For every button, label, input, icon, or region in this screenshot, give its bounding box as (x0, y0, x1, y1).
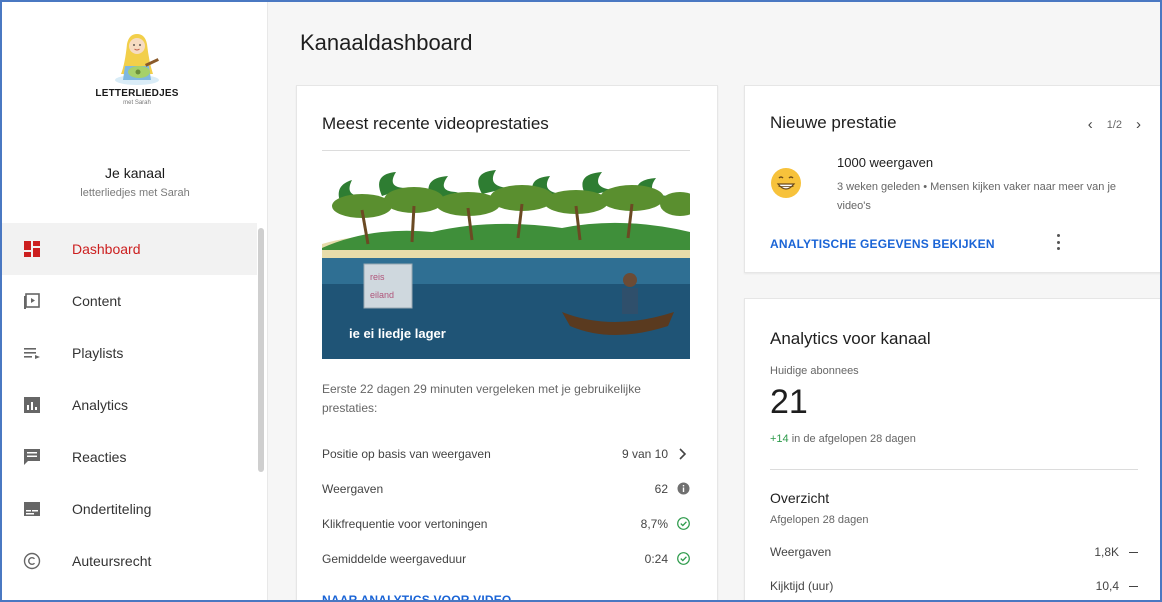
channel-info: Je kanaal letterliedjes met Sarah (2, 165, 268, 199)
sidebar-item-comments[interactable]: Reacties (2, 431, 257, 483)
copyright-icon (22, 551, 42, 571)
divider (770, 469, 1138, 470)
sidebar-item-playlists[interactable]: Playlists (2, 327, 257, 379)
overview-value: 1,8K (1094, 545, 1119, 559)
video-metrics: Positie op basis van weergaven 9 van 10 … (322, 436, 690, 576)
analytics-icon (22, 395, 42, 415)
sidebar-item-label: Playlists (72, 345, 124, 361)
metric-label: Weergaven (322, 481, 384, 496)
subscriber-delta: +14 in de afgelopen 28 dagen (770, 433, 916, 445)
overview-label: Weergaven (770, 545, 832, 559)
achievement-card: Nieuwe prestatie ‹ 1/2 › 1000 weergaven … (744, 85, 1162, 273)
subtitles-icon (22, 499, 42, 519)
sidebar-item-label: Content (72, 293, 122, 309)
delta-suffix: in de afgelopen 28 dagen (788, 433, 916, 445)
metric-row[interactable]: Positie op basis van weergaven 9 van 10 (322, 436, 690, 471)
check-circle-icon (676, 517, 690, 531)
overview-row: Kijktijd (uur) 10,4 (770, 569, 1138, 602)
main-content: Kanaaldashboard Meest recente videoprest… (268, 2, 1162, 602)
sidebar-item-label: Ondertiteling (72, 501, 152, 517)
overview-label: Kijktijd (uur) (770, 579, 834, 593)
overview-row: Weergaven 1,8K (770, 535, 1138, 569)
sidebar-item-label: Auteursrecht (72, 553, 152, 569)
video-thumbnail[interactable]: reis eiland ie ei liedje lager (322, 166, 690, 359)
thumbnail-caption: ie ei liedje lager (349, 326, 446, 341)
sidebar-nav: Dashboard Content Playlists Analytics Re… (2, 223, 257, 587)
metric-value: 62 (654, 481, 668, 496)
page-title: Kanaaldashboard (300, 30, 473, 55)
achievement-pager: ‹ 1/2 › (1088, 116, 1141, 133)
metric-value: 8,7% (640, 516, 668, 531)
achievement-headline: 1000 weergaven (837, 155, 934, 170)
metric-row: Gemiddelde weergaveduur 0:24 (322, 541, 690, 576)
chevron-right-icon (676, 447, 690, 461)
subscriber-count: 21 (770, 383, 808, 421)
channel-analytics-card: Analytics voor kanaal Huidige abonnees 2… (744, 298, 1162, 602)
pager-count: 1/2 (1106, 118, 1122, 131)
comments-icon (22, 447, 42, 467)
no-change-icon (1129, 585, 1138, 587)
sidebar-item-analytics[interactable]: Analytics (2, 379, 257, 431)
view-analytics-link[interactable]: ANALYTISCHE GEGEVENS BEKIJKEN (770, 237, 995, 251)
comparison-text: Eerste 22 dagen 29 minuten vergeleken me… (322, 382, 641, 415)
sidebar-scrollbar[interactable] (258, 228, 264, 472)
metric-value: 0:24 (644, 551, 668, 566)
sidebar-item-label: Analytics (72, 397, 129, 413)
channel-avatar-illustration (115, 34, 159, 85)
check-circle-icon (676, 552, 690, 566)
metric-label: Klikfrequentie voor vertoningen (322, 516, 488, 531)
content-icon (22, 291, 42, 311)
playlist-icon (22, 343, 42, 363)
overview-rows: Weergaven 1,8K Kijktijd (uur) 10,4 (770, 535, 1138, 602)
no-change-icon (1129, 551, 1138, 553)
brand-name: LETTERLIEDJES (95, 88, 179, 99)
chevron-right-icon[interactable]: › (1136, 116, 1141, 133)
dashboard-icon (22, 239, 42, 259)
card-title: Meest recente videoprestaties (322, 114, 549, 133)
divider (322, 150, 690, 151)
metric-label: Gemiddelde weergaveduur (322, 551, 467, 566)
channel-logo[interactable]: LETTERLIEDJES met Sarah (62, 30, 212, 130)
metric-value: 9 van 10 (621, 446, 668, 461)
info-icon[interactable] (676, 482, 690, 496)
video-analytics-link[interactable]: NAAR ANALYTICS VOOR VIDEO (322, 593, 511, 602)
channel-title: Je kanaal (105, 165, 165, 181)
sidebar-item-dashboard[interactable]: Dashboard (2, 223, 257, 275)
card-title: Analytics voor kanaal (770, 329, 931, 348)
metric-row: Weergaven 62 (322, 471, 690, 506)
delta-value: +14 (770, 433, 789, 445)
overview-value: 10,4 (1095, 579, 1119, 593)
sidebar-item-label: Reacties (72, 449, 127, 465)
sidebar-item-content[interactable]: Content (2, 275, 257, 327)
sidebar-item-copyright[interactable]: Auteursrecht (2, 535, 257, 587)
grin-emoji-icon (771, 168, 801, 198)
channel-handle: letterliedjes met Sarah (80, 187, 190, 199)
thumbnail-sign-line2: eiland (370, 290, 394, 300)
achievement-description: 3 weken geleden • Mensen kijken vaker na… (837, 181, 1117, 212)
overview-subtitle: Afgelopen 28 dagen (770, 514, 869, 526)
brand-tagline: met Sarah (123, 100, 151, 106)
recent-video-card: Meest recente videoprestaties reis eilan… (296, 85, 718, 602)
thumbnail-sign-line1: reis (370, 272, 385, 282)
metric-row: Klikfrequentie voor vertoningen 8,7% (322, 506, 690, 541)
card-title: Nieuwe prestatie (770, 113, 897, 132)
more-options-icon[interactable] (1055, 232, 1061, 252)
metric-label: Positie op basis van weergaven (322, 446, 491, 461)
subscribers-label: Huidige abonnees (770, 365, 859, 377)
sidebar: LETTERLIEDJES met Sarah Je kanaal letter… (2, 2, 268, 600)
sidebar-item-subtitles[interactable]: Ondertiteling (2, 483, 257, 535)
chevron-left-icon[interactable]: ‹ (1088, 116, 1093, 133)
overview-title: Overzicht (770, 490, 830, 506)
sidebar-item-label: Dashboard (72, 241, 141, 257)
